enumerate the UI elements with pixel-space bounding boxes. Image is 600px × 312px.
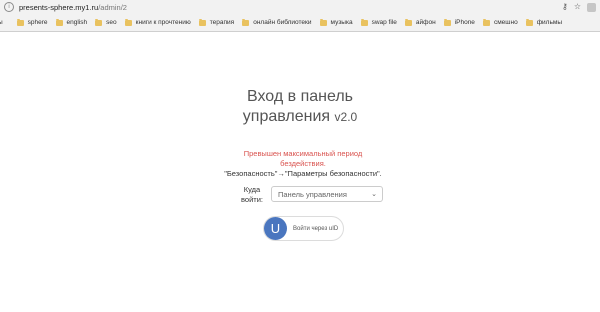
bookmark-label: sphere bbox=[27, 19, 48, 26]
bookmark-folder[interactable]: терапия bbox=[198, 14, 235, 31]
security-hint: "Безопасность"→"Параметры безопасности". bbox=[224, 169, 382, 178]
page-title-text: управления bbox=[242, 108, 331, 125]
where-select[interactable]: Панель управления ⌄ bbox=[271, 186, 383, 202]
folder-icon bbox=[16, 18, 24, 26]
bookmark-folder[interactable]: english bbox=[55, 14, 88, 31]
folder-icon bbox=[443, 18, 451, 26]
info-icon[interactable]: i bbox=[4, 2, 14, 12]
key-icon[interactable]: ⚷ bbox=[562, 0, 568, 14]
folder-icon bbox=[95, 18, 103, 26]
bookmark-label: фильмы bbox=[536, 19, 563, 26]
bookmark-label: музыка bbox=[330, 19, 353, 26]
folder-icon bbox=[525, 18, 533, 26]
bookmark-label: swap file bbox=[371, 19, 397, 26]
where-label-line1: Куда bbox=[243, 185, 261, 194]
bookmark-folder[interactable]: iPhone bbox=[443, 14, 475, 31]
error-message: Превышен максимальный период bbox=[243, 149, 363, 158]
bookmark-label: iPhone bbox=[454, 19, 475, 26]
bookmark-folder[interactable]: айфон bbox=[404, 14, 436, 31]
url-host: presents-sphere.my1.ru bbox=[19, 2, 99, 12]
address-bar-actions: ⚷ ☆ bbox=[562, 0, 600, 14]
star-icon[interactable]: ☆ bbox=[574, 0, 581, 14]
folder-icon bbox=[319, 18, 327, 26]
uid-login-label: Войти через uID bbox=[293, 225, 339, 232]
bookmark-folder[interactable]: книги к прочтению bbox=[124, 14, 191, 31]
bookmark-folder[interactable]: seo bbox=[95, 14, 117, 31]
folder-icon bbox=[360, 18, 368, 26]
bookmarks-bar: ы sphere english seo книги к прочтению т… bbox=[0, 14, 600, 32]
uid-login-button[interactable]: U Войти через uID bbox=[263, 216, 344, 241]
folder-icon bbox=[482, 18, 490, 26]
chevron-down-icon: ⌄ bbox=[371, 191, 377, 198]
folder-icon bbox=[55, 18, 63, 26]
extension-icon[interactable] bbox=[587, 2, 596, 12]
bookmark-label: айфон bbox=[415, 19, 436, 26]
bookmark-label: книги к прочтению bbox=[135, 19, 191, 26]
address-bar[interactable]: i presents-sphere.my1.ru/admin/2 ⚷ ☆ bbox=[0, 0, 600, 14]
error-message-line2: бездействия. bbox=[280, 159, 326, 168]
folder-icon bbox=[198, 18, 206, 26]
bookmark-item[interactable]: ы bbox=[0, 14, 3, 31]
url-text[interactable]: presents-sphere.my1.ru/admin/2 bbox=[19, 3, 127, 12]
folder-icon bbox=[124, 18, 132, 26]
folder-icon bbox=[242, 18, 250, 26]
bookmark-label: смешно bbox=[493, 19, 518, 26]
bookmark-folder[interactable]: sphere bbox=[16, 14, 48, 31]
folder-icon bbox=[404, 18, 412, 26]
bookmark-label: english bbox=[66, 19, 88, 26]
version-label: v2.0 bbox=[334, 110, 358, 124]
uid-logo-icon: U bbox=[264, 217, 287, 240]
bookmark-label: ы bbox=[0, 19, 3, 26]
url-path: /admin/2 bbox=[98, 2, 127, 12]
bookmark-label: онлайн библиотеки bbox=[253, 19, 312, 26]
where-select-value: Панель управления bbox=[278, 189, 347, 199]
bookmark-label: терапия bbox=[209, 19, 235, 26]
bookmark-folder[interactable]: смешно bbox=[482, 14, 518, 31]
page-title-line2: управления v2.0 bbox=[0, 107, 600, 127]
where-label-line2: войти: bbox=[241, 195, 263, 204]
bookmark-label: seo bbox=[106, 19, 117, 26]
where-label: Куда войти: bbox=[236, 185, 268, 205]
bookmark-folder[interactable]: онлайн библиотеки bbox=[242, 14, 312, 31]
bookmark-folder[interactable]: swap file bbox=[360, 14, 397, 31]
page-title: Вход в панель bbox=[246, 88, 354, 105]
bookmark-folder[interactable]: фильмы bbox=[525, 14, 563, 31]
bookmark-folder[interactable]: музыка bbox=[319, 14, 353, 31]
